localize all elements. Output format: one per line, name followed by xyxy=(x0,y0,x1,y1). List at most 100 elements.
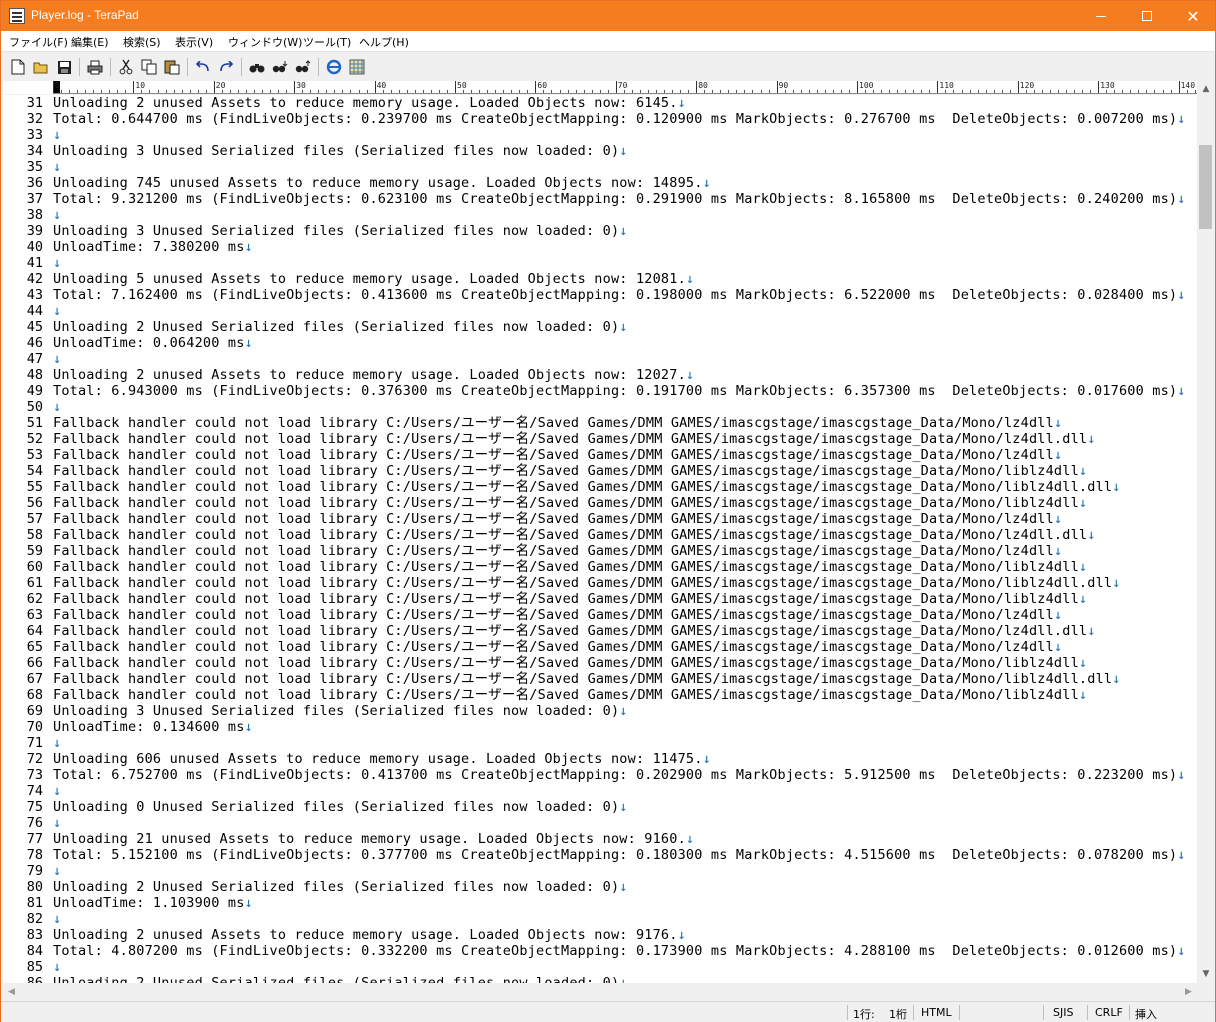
text-editor[interactable]: 31 Unloading 2 unused Assets to reduce me… xyxy=(3,95,1197,983)
editor-line[interactable]: 54 Fallback handler could not load librar… xyxy=(3,463,1197,479)
menu-tools[interactable]: ツール(T) xyxy=(303,34,351,50)
editor-line[interactable]: 85 ↓ xyxy=(3,959,1197,975)
open-folder-icon[interactable] xyxy=(32,58,50,76)
editor-line[interactable]: 71 ↓ xyxy=(3,735,1197,751)
line-number: 72 xyxy=(26,751,43,767)
editor-line[interactable]: 34 Unloading 3 Unused Serialized files (S… xyxy=(3,143,1197,159)
editor-line[interactable]: 42 Unloading 5 unused Assets to reduce me… xyxy=(3,271,1197,287)
line-number: 60 xyxy=(26,559,43,575)
editor-line[interactable]: 68 Fallback handler could not load librar… xyxy=(3,687,1197,703)
print-icon[interactable] xyxy=(86,58,104,76)
editor-line[interactable]: 57 Fallback handler could not load librar… xyxy=(3,511,1197,527)
minimize-button[interactable] xyxy=(1078,1,1124,31)
copy-icon[interactable] xyxy=(140,58,158,76)
editor-line[interactable]: 48 Unloading 2 unused Assets to reduce me… xyxy=(3,367,1197,383)
title-bar[interactable]: Player.log - TeraPad ✕ xyxy=(1,1,1215,31)
editor-line[interactable]: 80 Unloading 2 Unused Serialized files (S… xyxy=(3,879,1197,895)
scroll-up-icon[interactable]: ▲ xyxy=(1197,81,1215,98)
vertical-scroll-thumb[interactable] xyxy=(1199,145,1212,229)
cut-icon[interactable] xyxy=(117,58,135,76)
menu-help[interactable]: ヘルプ(H) xyxy=(359,34,409,50)
editor-line[interactable]: 50 ↓ xyxy=(3,399,1197,415)
editor-line[interactable]: 74 ↓ xyxy=(3,783,1197,799)
ruler-minor-tick xyxy=(664,90,666,93)
editor-line[interactable]: 66 Fallback handler could not load librar… xyxy=(3,655,1197,671)
editor-line[interactable]: 86 Unloading 2 Unused Serialized files (S… xyxy=(3,975,1197,983)
editor-line[interactable]: 31 Unloading 2 unused Assets to reduce me… xyxy=(3,95,1197,111)
editor-line[interactable]: 76 ↓ xyxy=(3,815,1197,831)
editor-line[interactable]: 40 UnloadTime: 7.380200 ms↓ xyxy=(3,239,1197,255)
editor-line[interactable]: 82 ↓ xyxy=(3,911,1197,927)
editor-line[interactable]: 46 UnloadTime: 0.064200 ms↓ xyxy=(3,335,1197,351)
editor-line[interactable]: 35 ↓ xyxy=(3,159,1197,175)
editor-line[interactable]: 81 UnloadTime: 1.103900 ms↓ xyxy=(3,895,1197,911)
editor-line[interactable]: 79 ↓ xyxy=(3,863,1197,879)
menu-edit[interactable]: 編集(E) xyxy=(71,34,109,50)
editor-line[interactable]: 55 Fallback handler could not load librar… xyxy=(3,479,1197,495)
line-number: 40 xyxy=(26,239,43,255)
new-file-icon[interactable] xyxy=(9,58,27,76)
find-icon[interactable] xyxy=(248,58,266,76)
editor-line[interactable]: 56 Fallback handler could not load librar… xyxy=(3,495,1197,511)
terapad-app-icon[interactable] xyxy=(9,8,25,24)
editor-line[interactable]: 65 Fallback handler could not load librar… xyxy=(3,639,1197,655)
editor-line[interactable]: 67 Fallback handler could not load librar… xyxy=(3,671,1197,687)
editor-line[interactable]: 37 Total: 9.321200 ms (FindLiveObjects: 0… xyxy=(3,191,1197,207)
ruler-minor-tick xyxy=(848,90,850,93)
paste-icon[interactable] xyxy=(163,58,181,76)
editor-line[interactable]: 59 Fallback handler could not load librar… xyxy=(3,543,1197,559)
status-newline: CRLF xyxy=(1095,1006,1123,1019)
scroll-down-icon[interactable]: ▼ xyxy=(1197,966,1215,983)
editor-line[interactable]: 45 Unloading 2 Unused Serialized files (S… xyxy=(3,319,1197,335)
editor-line[interactable]: 63 Fallback handler could not load librar… xyxy=(3,607,1197,623)
editor-line[interactable]: 43 Total: 7.162400 ms (FindLiveObjects: 0… xyxy=(3,287,1197,303)
editor-line[interactable]: 72 Unloading 606 unused Assets to reduce … xyxy=(3,751,1197,767)
editor-line[interactable]: 47 ↓ xyxy=(3,351,1197,367)
vertical-scrollbar[interactable]: ▲ ▼ xyxy=(1197,81,1215,983)
editor-line[interactable]: 69 Unloading 3 Unused Serialized files (S… xyxy=(3,703,1197,719)
line-number: 45 xyxy=(26,319,43,335)
editor-line[interactable]: 73 Total: 6.752700 ms (FindLiveObjects: 0… xyxy=(3,767,1197,783)
close-button[interactable]: ✕ xyxy=(1170,1,1216,31)
editor-line[interactable]: 41 ↓ xyxy=(3,255,1197,271)
redo-icon[interactable] xyxy=(217,58,235,76)
editor-line[interactable]: 52 Fallback handler could not load librar… xyxy=(3,431,1197,447)
horizontal-scrollbar[interactable]: ◀ ▶ xyxy=(3,983,1197,1001)
editor-line[interactable]: 38 ↓ xyxy=(3,207,1197,223)
editor-line[interactable]: 60 Fallback handler could not load librar… xyxy=(3,559,1197,575)
editor-line[interactable]: 84 Total: 4.807200 ms (FindLiveObjects: 0… xyxy=(3,943,1197,959)
menu-view[interactable]: 表示(V) xyxy=(175,34,213,50)
editor-line[interactable]: 77 Unloading 21 unused Assets to reduce m… xyxy=(3,831,1197,847)
editor-line[interactable]: 75 Unloading 0 Unused Serialized files (S… xyxy=(3,799,1197,815)
editor-line[interactable]: 58 Fallback handler could not load librar… xyxy=(3,527,1197,543)
find-prev-icon[interactable] xyxy=(294,58,312,76)
editor-line[interactable]: 78 Total: 5.152100 ms (FindLiveObjects: 0… xyxy=(3,847,1197,863)
maximize-button[interactable] xyxy=(1124,1,1170,31)
editor-line[interactable]: 32 Total: 0.644700 ms (FindLiveObjects: 0… xyxy=(3,111,1197,127)
ruler-minor-tick xyxy=(390,90,392,93)
browser-icon[interactable] xyxy=(325,58,343,76)
save-icon[interactable] xyxy=(55,58,73,76)
settings-grid-icon[interactable] xyxy=(348,58,366,76)
editor-line[interactable]: 83 Unloading 2 unused Assets to reduce me… xyxy=(3,927,1197,943)
ruler-minor-tick xyxy=(913,90,915,93)
menu-file[interactable]: ファイル(F) xyxy=(9,34,68,50)
menu-window[interactable]: ウィンドウ(W) xyxy=(228,34,302,50)
line-text: Total: 7.162400 ms (FindLiveObjects: 0.4… xyxy=(53,287,1186,303)
undo-icon[interactable] xyxy=(194,58,212,76)
editor-line[interactable]: 62 Fallback handler could not load librar… xyxy=(3,591,1197,607)
editor-line[interactable]: 51 Fallback handler could not load librar… xyxy=(3,415,1197,431)
editor-line[interactable]: 39 Unloading 3 Unused Serialized files (S… xyxy=(3,223,1197,239)
editor-line[interactable]: 33 ↓ xyxy=(3,127,1197,143)
scroll-right-icon[interactable]: ▶ xyxy=(1180,983,1197,1001)
editor-line[interactable]: 64 Fallback handler could not load librar… xyxy=(3,623,1197,639)
scroll-left-icon[interactable]: ◀ xyxy=(3,983,20,1001)
editor-line[interactable]: 70 UnloadTime: 0.134600 ms↓ xyxy=(3,719,1197,735)
editor-line[interactable]: 53 Fallback handler could not load librar… xyxy=(3,447,1197,463)
editor-line[interactable]: 44 ↓ xyxy=(3,303,1197,319)
editor-line[interactable]: 61 Fallback handler could not load librar… xyxy=(3,575,1197,591)
menu-search[interactable]: 検索(S) xyxy=(123,34,161,50)
editor-line[interactable]: 49 Total: 6.943000 ms (FindLiveObjects: 0… xyxy=(3,383,1197,399)
editor-line[interactable]: 36 Unloading 745 unused Assets to reduce … xyxy=(3,175,1197,191)
find-next-icon[interactable] xyxy=(271,58,289,76)
